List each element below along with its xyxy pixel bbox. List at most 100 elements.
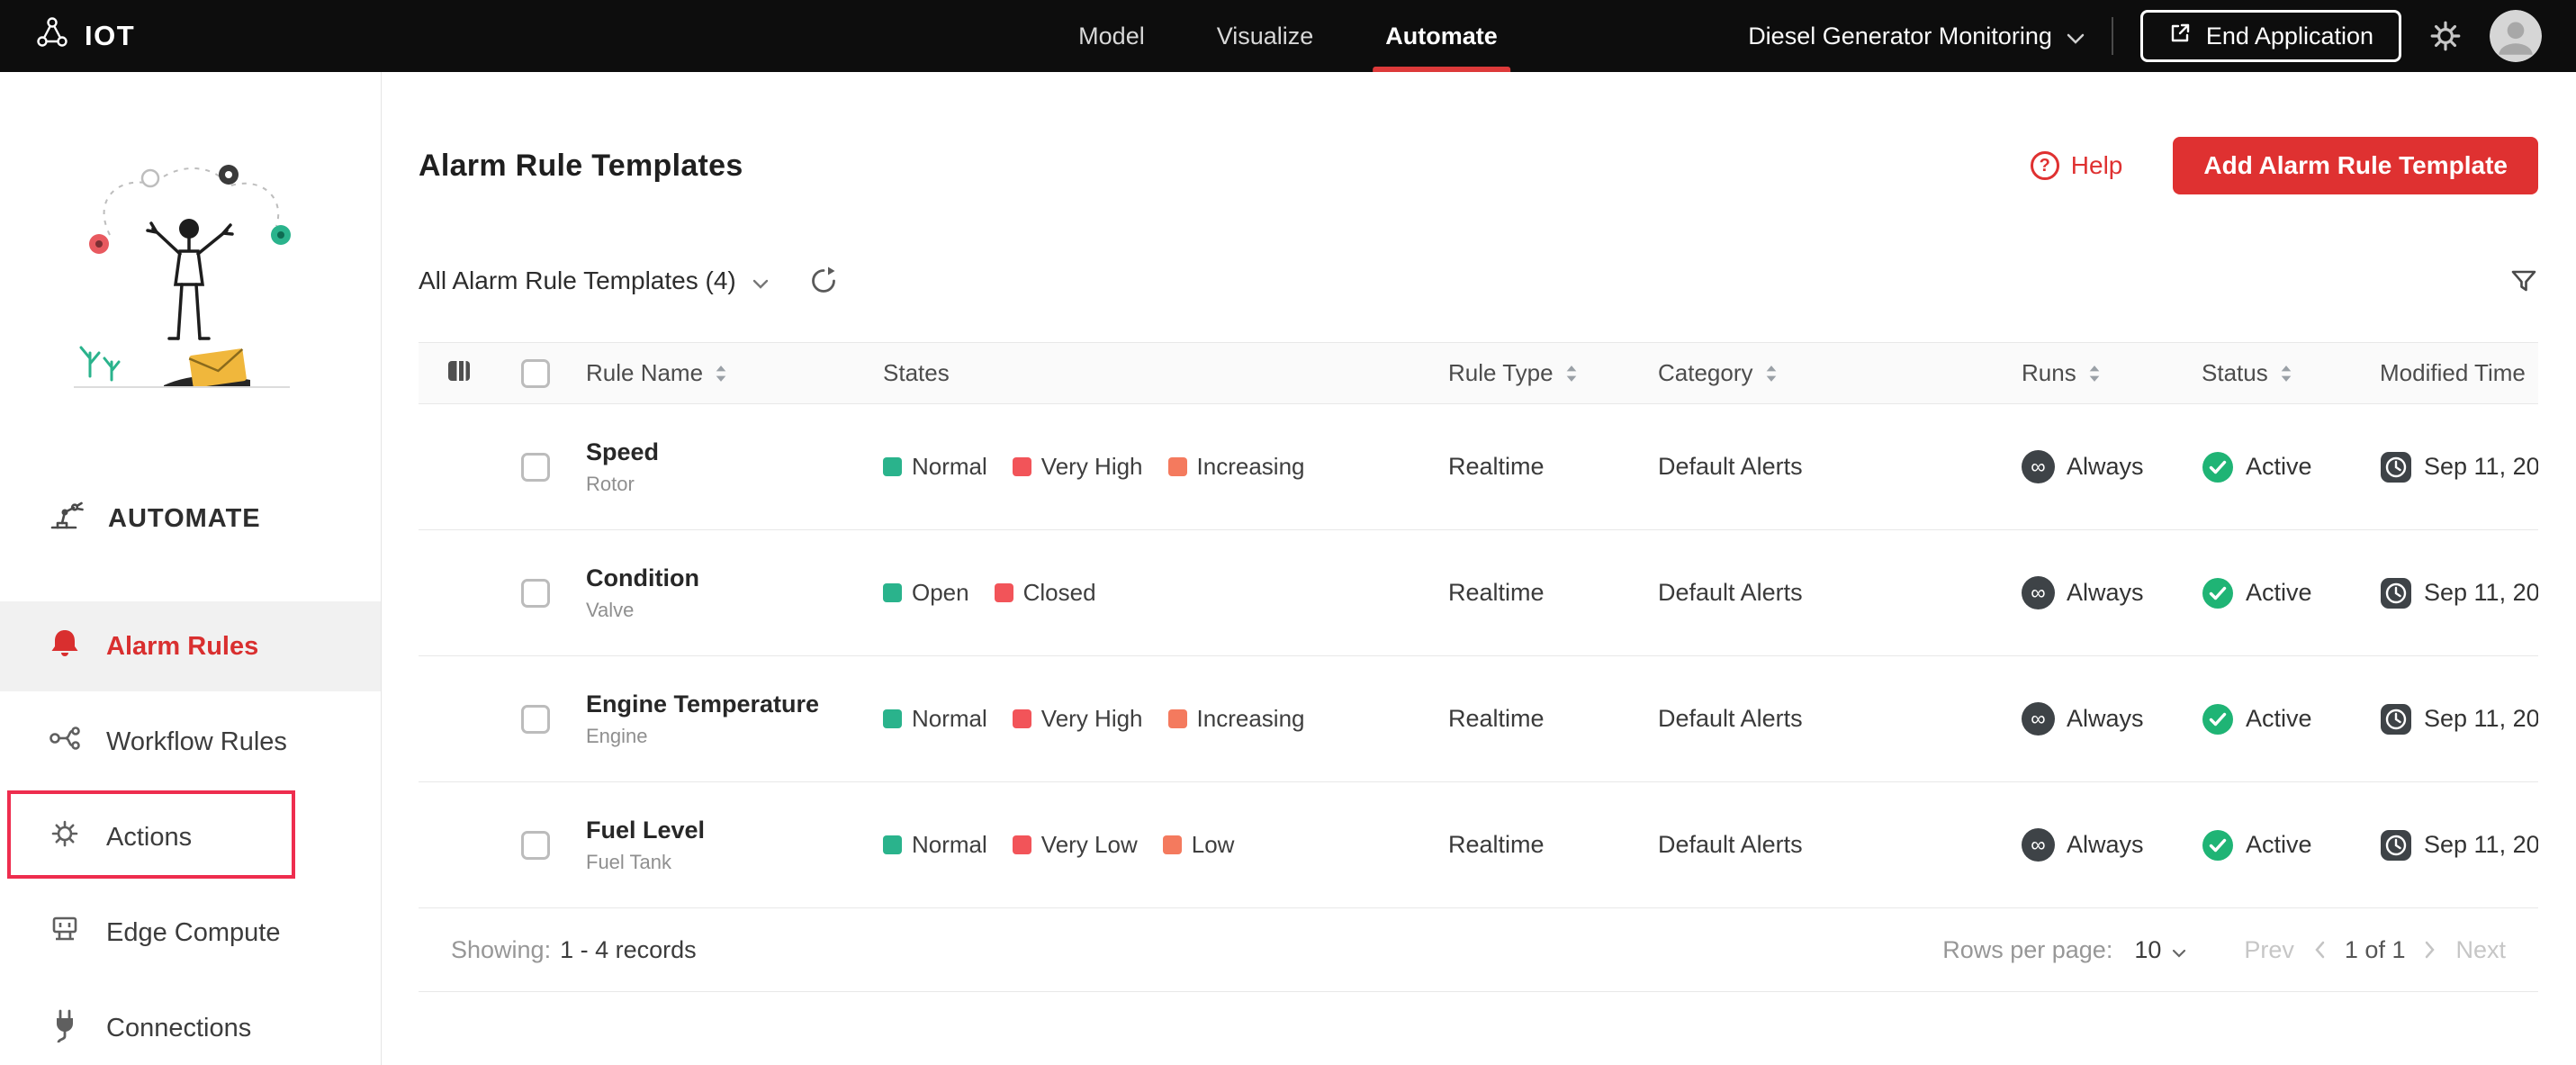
clock-icon xyxy=(2380,451,2412,483)
status-cell: Active xyxy=(2202,577,2380,609)
alarm-rule-templates-table: Rule Name States Rule Type Category xyxy=(419,342,2538,992)
filter-funnel-icon[interactable] xyxy=(2509,266,2538,295)
modified-time-cell: Sep 11, 202 xyxy=(2380,451,2538,483)
sidebar-item-label: Workflow Rules xyxy=(106,727,287,757)
rows-per-page-select[interactable]: 10 xyxy=(2134,936,2186,964)
robot-arm-icon xyxy=(47,495,86,542)
nav-tab-visualize[interactable]: Visualize xyxy=(1192,0,1339,72)
prev-page-button[interactable]: Prev xyxy=(2244,936,2294,964)
rule-type-cell: Realtime xyxy=(1448,453,1658,481)
state-color-swatch xyxy=(1013,835,1031,854)
end-application-button[interactable]: End Application xyxy=(2140,10,2401,62)
sidebar-item-connections[interactable]: Connections xyxy=(0,983,381,1065)
rule-type-cell: Realtime xyxy=(1448,705,1658,733)
sidebar-item-edge-compute[interactable]: Edge Compute xyxy=(0,888,381,978)
state-color-swatch xyxy=(1168,709,1187,728)
row-checkbox[interactable] xyxy=(521,831,550,860)
states-cell: Normal Very High Increasing xyxy=(883,453,1448,481)
chevron-down-icon xyxy=(752,266,769,295)
app-page: IOT Model Visualize Automate Diesel Gene… xyxy=(0,0,2576,1065)
rule-asset: Fuel Tank xyxy=(586,851,671,874)
page-indicator: 1 of 1 xyxy=(2345,936,2406,964)
row-checkbox[interactable] xyxy=(521,705,550,734)
category-cell: Default Alerts xyxy=(1658,579,2022,607)
header-rule-name[interactable]: Rule Name xyxy=(586,359,883,387)
exit-app-icon xyxy=(2168,22,2192,51)
header-rule-type[interactable]: Rule Type xyxy=(1448,359,1658,387)
runs-cell: ∞ Always xyxy=(2022,576,2202,609)
table-row[interactable]: Fuel Level Fuel Tank Normal Very Low Low… xyxy=(419,781,2538,907)
state-color-swatch xyxy=(995,583,1013,602)
next-page-button[interactable]: Next xyxy=(2455,936,2506,964)
add-alarm-rule-template-button[interactable]: Add Alarm Rule Template xyxy=(2173,137,2538,194)
rule-asset: Engine xyxy=(586,725,648,748)
iot-logo-icon xyxy=(34,14,70,58)
sidebar-menu: Alarm Rules Workflow Rules xyxy=(0,601,381,1065)
state-chip: Very High xyxy=(1013,705,1143,733)
topbar: IOT Model Visualize Automate Diesel Gene… xyxy=(0,0,2576,72)
table-row[interactable]: Speed Rotor Normal Very High Increasing … xyxy=(419,403,2538,529)
header-modified-time[interactable]: Modified Time xyxy=(2380,359,2538,387)
chevron-right-icon[interactable] xyxy=(2425,941,2436,959)
bell-icon xyxy=(47,625,83,668)
clock-icon xyxy=(2380,829,2412,862)
iot-logo[interactable]: IOT xyxy=(34,14,135,58)
template-filter-dropdown[interactable]: All Alarm Rule Templates (4) xyxy=(419,266,769,295)
state-color-swatch xyxy=(1168,457,1187,476)
help-icon: ? xyxy=(2031,151,2059,180)
rows-per-page-label: Rows per page: xyxy=(1942,936,2112,964)
infinity-icon: ∞ xyxy=(2022,450,2055,483)
sidebar-item-label: Edge Compute xyxy=(106,918,280,948)
actions-gear-icon xyxy=(47,816,83,859)
states-cell: Normal Very High Increasing xyxy=(883,705,1448,733)
sidebar-section-label: AUTOMATE xyxy=(108,504,261,534)
workflow-icon xyxy=(47,720,83,763)
rule-name: Engine Temperature xyxy=(586,690,819,718)
column-chooser-icon[interactable] xyxy=(446,357,473,389)
showing-value: 1 - 4 records xyxy=(560,936,697,964)
sidebar-item-actions[interactable]: Actions xyxy=(0,792,381,882)
sort-icon xyxy=(2536,363,2538,384)
sidebar-item-alarm-rules[interactable]: Alarm Rules xyxy=(0,601,381,691)
clock-icon xyxy=(2380,703,2412,736)
modified-time-cell: Sep 11, 202 xyxy=(2380,829,2538,862)
rule-name: Condition xyxy=(586,564,699,592)
edge-compute-icon xyxy=(47,911,83,954)
status-cell: Active xyxy=(2202,703,2380,736)
runs-cell: ∞ Always xyxy=(2022,702,2202,736)
logo-text: IOT xyxy=(85,20,135,52)
chevron-left-icon[interactable] xyxy=(2314,941,2325,959)
header-status[interactable]: Status xyxy=(2202,359,2380,387)
header-runs[interactable]: Runs xyxy=(2022,359,2202,387)
modified-time-cell: Sep 11, 202 xyxy=(2380,703,2538,736)
nav-tab-automate[interactable]: Automate xyxy=(1360,0,1523,72)
select-all-checkbox[interactable] xyxy=(521,359,550,388)
row-checkbox[interactable] xyxy=(521,453,550,482)
user-avatar[interactable] xyxy=(2490,10,2542,62)
status-cell: Active xyxy=(2202,451,2380,483)
table-row[interactable]: Condition Valve Open Closed Realtime Def… xyxy=(419,529,2538,655)
rule-type-cell: Realtime xyxy=(1448,831,1658,859)
active-check-icon xyxy=(2202,451,2234,483)
state-chip: Very High xyxy=(1013,453,1143,481)
category-cell: Default Alerts xyxy=(1658,705,2022,733)
sidebar-item-workflow-rules[interactable]: Workflow Rules xyxy=(0,697,381,787)
rule-type-cell: Realtime xyxy=(1448,579,1658,607)
automation-illustration xyxy=(56,149,326,411)
topbar-right: Diesel Generator Monitoring End Applicat… xyxy=(1748,10,2542,62)
nav-tab-model[interactable]: Model xyxy=(1053,0,1170,72)
help-link[interactable]: ? Help xyxy=(2031,151,2123,180)
topbar-divider xyxy=(2112,17,2113,55)
application-name: Diesel Generator Monitoring xyxy=(1748,23,2052,50)
infinity-icon: ∞ xyxy=(2022,828,2055,862)
sort-icon xyxy=(1764,363,1779,384)
application-selector[interactable]: Diesel Generator Monitoring xyxy=(1748,23,2085,50)
settings-gear-icon[interactable] xyxy=(2428,19,2463,53)
row-checkbox[interactable] xyxy=(521,579,550,608)
refresh-icon[interactable] xyxy=(808,266,839,296)
header-category[interactable]: Category xyxy=(1658,359,2022,387)
rule-name: Fuel Level xyxy=(586,817,705,844)
table-row[interactable]: Engine Temperature Engine Normal Very Hi… xyxy=(419,655,2538,781)
state-chip: Closed xyxy=(995,579,1096,607)
state-color-swatch xyxy=(883,835,902,854)
